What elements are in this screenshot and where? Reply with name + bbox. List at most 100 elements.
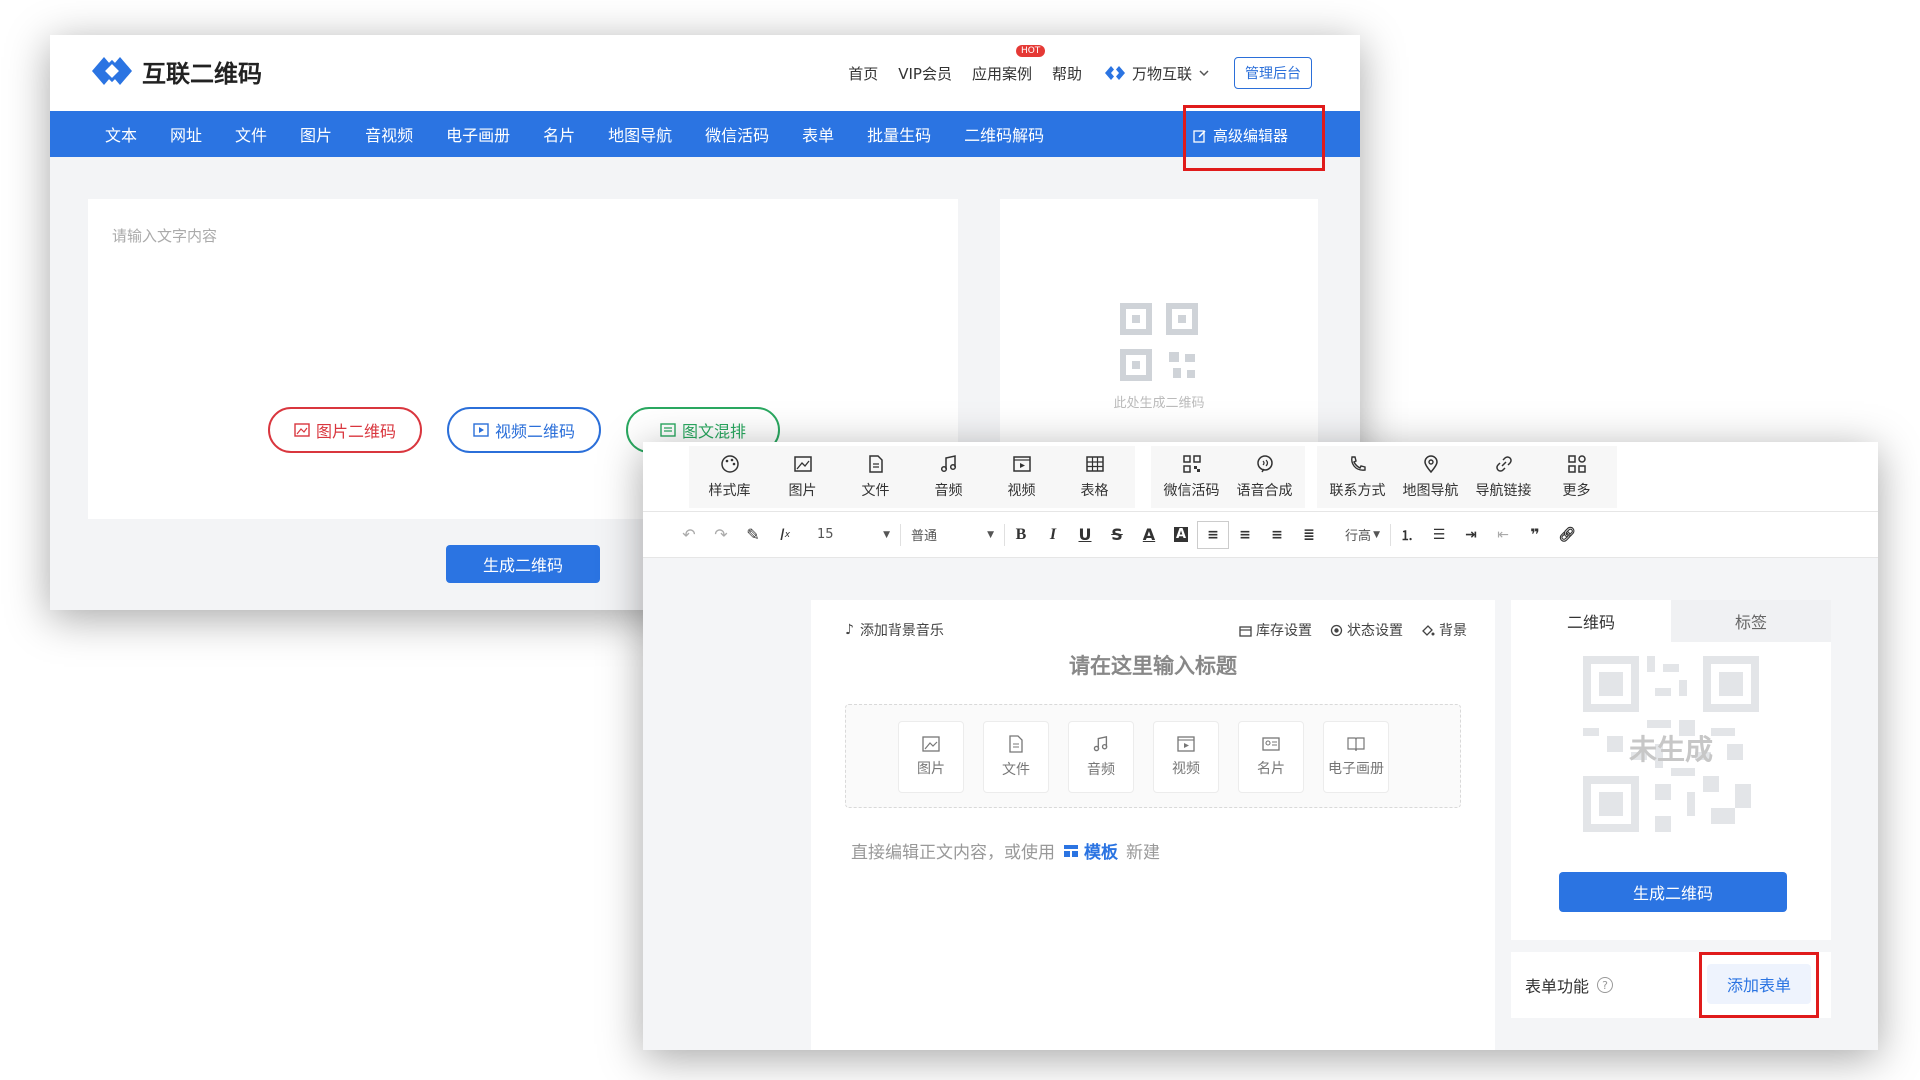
header: 互联二维码 首页 VIP会员 应用案例 HOT 帮助 万物互联 管理后台	[50, 35, 1360, 111]
mixed-layout-label: 图文混排	[681, 422, 746, 441]
brand-menu[interactable]: 万物互联	[1104, 63, 1210, 84]
diamond-logo-icon	[1104, 66, 1125, 80]
tool-image[interactable]: 图片	[766, 446, 839, 508]
image-qr-pill[interactable]: 图片二维码	[268, 407, 422, 453]
tool-wechat-code[interactable]: 微信活码	[1155, 446, 1228, 508]
paragraph-select[interactable]: 普通 ▼	[901, 523, 1005, 546]
video-qr-label: 视频二维码	[494, 422, 575, 441]
format-painter-icon[interactable]: ✎	[737, 521, 769, 549]
tab-qr[interactable]: 二维码	[1511, 600, 1671, 642]
nav-item[interactable]: 批量生码	[867, 122, 931, 146]
tool-table[interactable]: 表格	[1058, 446, 1131, 508]
font-color-icon[interactable]: A	[1133, 521, 1165, 549]
hot-badge: HOT	[1015, 44, 1046, 57]
generate-qr-button[interactable]: 生成二维码	[446, 545, 600, 583]
title-input[interactable]: 请在这里输入标题	[811, 650, 1495, 680]
insert-label: 文件	[1002, 762, 1030, 778]
nav-item[interactable]: 音视频	[365, 122, 413, 146]
insert-card[interactable]: 名片	[1238, 721, 1304, 793]
bold-icon[interactable]: B	[1005, 521, 1037, 549]
tool-map-navigation[interactable]: 地图导航	[1394, 446, 1467, 508]
insert-video[interactable]: 视频	[1153, 721, 1219, 793]
toolbar-group-contact: 联系方式 地图导航 导航链接 更多	[1317, 446, 1617, 508]
background-button[interactable]: 背景	[1421, 620, 1467, 640]
line-height-label: 行高	[1345, 529, 1372, 544]
tool-label: 视频	[1007, 483, 1036, 499]
tool-audio[interactable]: 音频	[912, 446, 985, 508]
nav-item[interactable]: 微信活码	[705, 122, 769, 146]
diamond-logo-icon	[92, 57, 132, 85]
align-left-icon[interactable]: ≡	[1197, 520, 1229, 549]
nav-item[interactable]: 地图导航	[608, 122, 672, 146]
insert-file[interactable]: 文件	[983, 721, 1049, 793]
insert-album[interactable]: 电子画册	[1323, 721, 1389, 793]
nav-item[interactable]: 图片	[300, 122, 332, 146]
nav-item[interactable]: 文本	[105, 122, 137, 146]
tool-contact[interactable]: 联系方式	[1321, 446, 1394, 508]
table-icon	[1085, 456, 1104, 472]
admin-button[interactable]: 管理后台	[1234, 57, 1312, 89]
topnav-help[interactable]: 帮助	[1052, 63, 1082, 84]
quote-icon[interactable]: ❞	[1519, 521, 1551, 549]
status-settings-button[interactable]: 状态设置	[1330, 620, 1403, 640]
nav-item[interactable]: 二维码解码	[964, 122, 1044, 146]
nav-item[interactable]: 文件	[235, 122, 267, 146]
insert-label: 名片	[1257, 761, 1285, 777]
tool-nav-link[interactable]: 导航链接	[1467, 446, 1540, 508]
video-qr-pill[interactable]: 视频二维码	[447, 407, 601, 453]
brand-menu-label: 万物互联	[1131, 64, 1192, 83]
italic-icon[interactable]: I	[1037, 521, 1069, 549]
content-editor[interactable]: ♪ 添加背景音乐 库存设置 状态设置 背景 请在这里输入标题 图片 文件 音频 …	[811, 600, 1495, 1050]
generate-qr-button[interactable]: 生成二维码	[1559, 872, 1787, 912]
link-icon[interactable]: 🔗︎	[1551, 521, 1583, 549]
align-center-icon[interactable]: ≡	[1229, 521, 1261, 549]
bullet-list-icon[interactable]: ☰	[1423, 521, 1455, 549]
tool-video[interactable]: 视频	[985, 446, 1058, 508]
insert-image[interactable]: 图片	[898, 721, 964, 793]
topnav-vip[interactable]: VIP会员	[898, 63, 952, 84]
phone-icon	[1350, 456, 1366, 471]
image-icon	[294, 423, 310, 437]
highlight-color-icon[interactable]: A	[1165, 521, 1197, 549]
nav-item[interactable]: 网址	[170, 122, 202, 146]
tool-label: 微信活码	[1163, 483, 1220, 499]
topnav-home[interactable]: 首页	[848, 63, 878, 84]
justify-icon[interactable]: ≣	[1293, 521, 1325, 549]
qr-side-panel: 二维码 标签 未生成 生成二维码	[1511, 600, 1831, 940]
tool-label: 文件	[861, 483, 890, 499]
align-right-icon[interactable]: ≡	[1261, 521, 1293, 549]
strikethrough-icon[interactable]: S	[1101, 521, 1133, 549]
tool-voice-synthesis[interactable]: 语音合成	[1228, 446, 1301, 508]
insert-audio[interactable]: 音频	[1068, 721, 1134, 793]
stock-settings-button[interactable]: 库存设置	[1239, 620, 1312, 640]
clear-format-icon[interactable]: Ix	[769, 521, 801, 549]
map-pin-icon	[1423, 455, 1438, 474]
box-icon	[1239, 625, 1252, 637]
underline-icon[interactable]: U	[1069, 521, 1101, 549]
nav-item[interactable]: 名片	[543, 122, 575, 146]
font-size-select[interactable]: 15 ▼	[807, 523, 901, 546]
undo-icon[interactable]: ↶	[673, 521, 705, 549]
outdent-icon[interactable]: ⇤	[1487, 521, 1519, 549]
indent-icon[interactable]: ⇥	[1455, 521, 1487, 549]
nav-item[interactable]: 电子画册	[446, 122, 510, 146]
tool-file[interactable]: 文件	[839, 446, 912, 508]
tool-more[interactable]: 更多	[1540, 446, 1613, 508]
help-icon[interactable]: ?	[1597, 977, 1614, 993]
template-link[interactable]: 模板	[1063, 838, 1118, 863]
nav-item[interactable]: 表单	[802, 122, 834, 146]
music-note-icon: ♪	[845, 622, 854, 638]
image-icon	[922, 736, 940, 752]
tool-style-library[interactable]: 样式库	[693, 446, 766, 508]
topnav-cases[interactable]: 应用案例 HOT	[972, 44, 1046, 84]
toolbar-group-wechat: 微信活码 语音合成	[1151, 446, 1305, 508]
book-icon	[1347, 737, 1365, 752]
video-icon	[1177, 736, 1195, 752]
ordered-list-icon[interactable]: ⒈	[1391, 521, 1423, 549]
tab-label[interactable]: 标签	[1671, 600, 1831, 642]
brand-logo[interactable]: 互联二维码	[90, 53, 262, 89]
redo-icon[interactable]: ↷	[705, 521, 737, 549]
caret-down-icon: ▼	[883, 529, 890, 540]
line-height-select[interactable]: 行高 ▼	[1335, 523, 1391, 546]
add-bg-music-button[interactable]: ♪ 添加背景音乐	[845, 620, 944, 640]
